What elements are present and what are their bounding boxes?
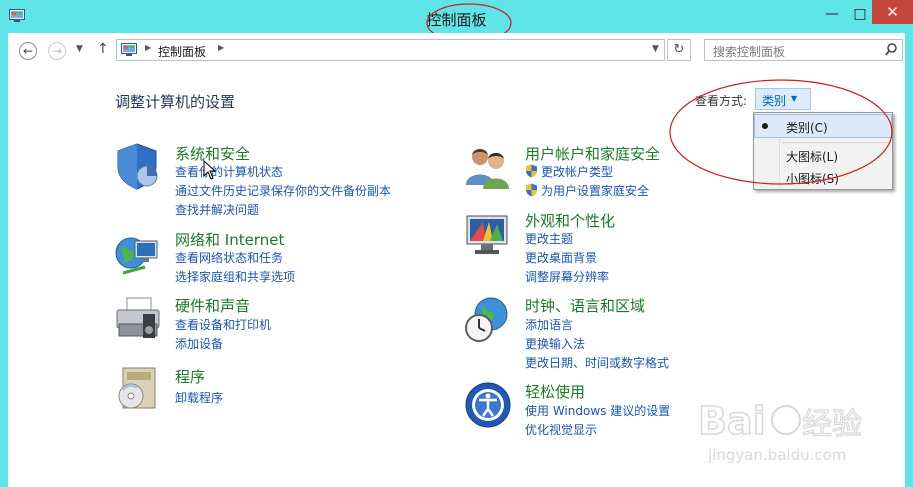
annotation-ellipse-menu [669, 79, 893, 185]
up-arrow-icon: ↑ [97, 41, 109, 57]
programs-disc-icon[interactable] [113, 364, 163, 414]
category-title-network[interactable]: 网络和 Internet [175, 229, 284, 250]
refresh-button[interactable]: ↻ [667, 39, 691, 61]
forward-button[interactable]: → [48, 42, 66, 60]
svg-text:jingyan.baidu.com: jingyan.baidu.com [707, 446, 846, 464]
link-change-input-method[interactable]: 更换输入法 [525, 335, 585, 352]
link-optimize-visual-display[interactable]: 优化视觉显示 [525, 421, 597, 438]
clock-globe-icon[interactable] [463, 294, 513, 344]
svg-text:Bai: Bai [698, 399, 766, 443]
link-devices-printers[interactable]: 查看设备和打印机 [175, 316, 271, 333]
category-title-clock-region[interactable]: 时钟、语言和区域 [525, 295, 645, 316]
page-title: 调整计算机的设置 [115, 93, 236, 111]
link-change-theme[interactable]: 更改主题 [525, 230, 573, 247]
link-view-computer-status[interactable]: 查看你的计算机状态 [175, 163, 283, 180]
category-title-user-accounts[interactable]: 用户帐户和家庭安全 [525, 143, 660, 164]
link-add-device[interactable]: 添加设备 [175, 335, 223, 352]
link-windows-recommended-settings[interactable]: 使用 Windows 建议的设置 [525, 402, 670, 419]
uac-shield-icon [526, 183, 537, 197]
baidu-jingyan-watermark: Bai 经验 jingyan.baidu.com [698, 398, 863, 464]
address-history-dropdown[interactable]: ▼ [652, 44, 659, 54]
back-button[interactable]: ← [19, 42, 37, 60]
window-frame-right [905, 33, 913, 487]
search-icon[interactable] [885, 43, 897, 56]
link-uninstall-program[interactable]: 卸载程序 [175, 389, 223, 406]
network-globe-icon[interactable] [113, 229, 163, 279]
link-screen-resolution[interactable]: 调整屏幕分辨率 [525, 268, 609, 285]
control-panel-address-icon [121, 43, 137, 56]
link-network-status[interactable]: 查看网络状态和任务 [175, 249, 283, 266]
refresh-icon: ↻ [673, 42, 685, 57]
minimize-button[interactable]: — [818, 4, 846, 24]
printer-icon[interactable] [113, 294, 163, 344]
recent-locations-dropdown[interactable]: ▼ [76, 44, 83, 54]
uac-shield-icon [526, 164, 537, 178]
link-change-account-type[interactable]: 更改帐户类型 [541, 163, 613, 180]
link-family-safety[interactable]: 为用户设置家庭安全 [541, 182, 649, 199]
category-title-ease-of-access[interactable]: 轻松使用 [525, 381, 585, 402]
link-troubleshoot[interactable]: 查找并解决问题 [175, 201, 259, 218]
breadcrumb-separator-icon[interactable]: ▶ [218, 43, 224, 52]
breadcrumb-separator-icon[interactable]: ▶ [145, 43, 151, 52]
category-title-hardware[interactable]: 硬件和声音 [175, 295, 250, 316]
link-homegroup-sharing[interactable]: 选择家庭组和共享选项 [175, 268, 295, 285]
svg-text:经验: 经验 [802, 407, 862, 442]
forward-arrow-icon: → [51, 44, 63, 58]
category-title-appearance[interactable]: 外观和个性化 [525, 210, 615, 231]
up-button[interactable]: ↑ [97, 41, 109, 57]
close-button[interactable]: ✕ [872, 0, 913, 24]
window-frame-left [0, 33, 8, 487]
link-date-time-format[interactable]: 更改日期、时间或数字格式 [525, 354, 669, 371]
back-arrow-icon: ← [22, 44, 34, 58]
monitor-color-icon[interactable] [463, 210, 513, 260]
category-title-programs[interactable]: 程序 [175, 366, 205, 387]
link-add-language[interactable]: 添加语言 [525, 316, 573, 333]
mouse-cursor-icon [203, 160, 216, 180]
maximize-button[interactable]: □ [846, 4, 874, 24]
link-change-desktop-background[interactable]: 更改桌面背景 [525, 249, 597, 266]
users-icon[interactable] [463, 141, 513, 191]
link-file-history-backup[interactable]: 通过文件历史记录保存你的文件备份副本 [175, 182, 391, 199]
search-placeholder: 搜索控制面板 [713, 45, 786, 59]
shield-icon[interactable] [113, 141, 163, 191]
breadcrumb-control-panel[interactable]: 控制面板 [158, 43, 206, 60]
ease-of-access-icon[interactable] [463, 380, 513, 430]
